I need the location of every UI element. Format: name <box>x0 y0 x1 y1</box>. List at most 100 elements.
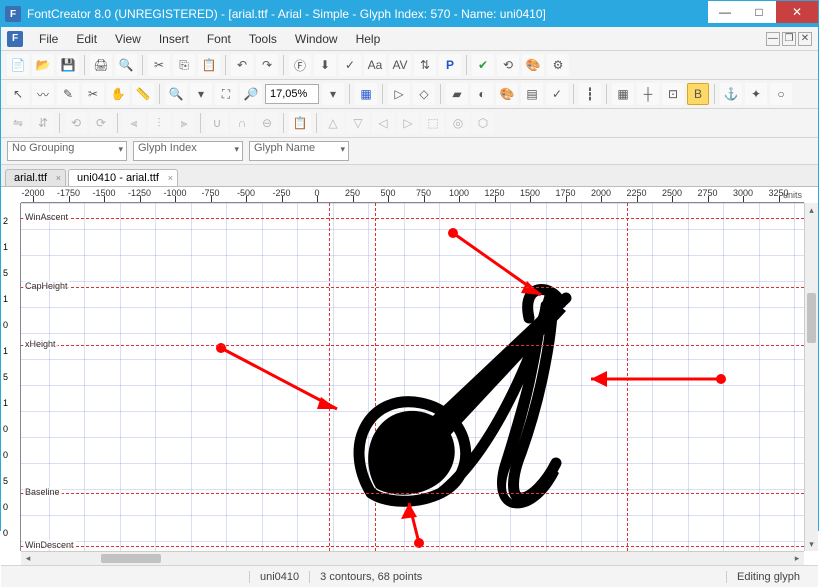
fill-button[interactable]: ▰ <box>446 83 468 105</box>
layers-button[interactable]: ▤ <box>521 83 543 105</box>
contour-tool[interactable]: ◇ <box>413 83 435 105</box>
maximize-button[interactable]: □ <box>742 1 776 23</box>
scroll-left-icon[interactable]: ◂ <box>21 552 35 565</box>
measure-tool[interactable]: 📏 <box>132 83 154 105</box>
union-button[interactable]: ∪ <box>206 112 228 134</box>
menu-help[interactable]: Help <box>348 30 389 48</box>
autoname-button[interactable]: Aa <box>364 54 386 76</box>
scroll-up-icon[interactable]: ▴ <box>805 203 818 217</box>
properties-button[interactable]: P <box>439 54 461 76</box>
align-center-button[interactable]: ⫶ <box>148 112 170 134</box>
flip-h-button[interactable]: ⇋ <box>7 112 29 134</box>
node-button[interactable]: ○ <box>770 83 792 105</box>
op7-button[interactable]: ⬡ <box>472 112 494 134</box>
palette2-button[interactable]: 🎨 <box>496 83 518 105</box>
preview-button[interactable]: 🔍 <box>115 54 137 76</box>
kerning-button[interactable]: AV <box>389 54 411 76</box>
guides-button[interactable]: ┇ <box>579 83 601 105</box>
mdi-restore-button[interactable]: ❐ <box>782 32 796 46</box>
scrollbar-vertical[interactable]: ▴ ▾ <box>804 203 818 551</box>
new-button[interactable]: 📄 <box>7 54 29 76</box>
mark-button[interactable]: ✦ <box>745 83 767 105</box>
op2-button[interactable]: ▽ <box>347 112 369 134</box>
save-button[interactable]: 💾 <box>57 54 79 76</box>
scrollbar-v-thumb[interactable] <box>807 293 816 343</box>
rotate-left-button[interactable]: ⟲ <box>65 112 87 134</box>
menu-file[interactable]: File <box>31 30 66 48</box>
copy-button[interactable]: ⎘ <box>173 54 195 76</box>
scroll-right-icon[interactable]: ▸ <box>790 552 804 565</box>
op6-button[interactable]: ◎ <box>447 112 469 134</box>
snap-grid-button[interactable]: ▦ <box>612 83 634 105</box>
zoom-fit-button[interactable]: ⛶ <box>215 83 237 105</box>
scroll-down-icon[interactable]: ▾ <box>805 537 818 551</box>
menu-tools[interactable]: Tools <box>241 30 285 48</box>
menu-insert[interactable]: Insert <box>151 30 197 48</box>
grid-button[interactable]: ▦ <box>355 83 377 105</box>
contrast-button[interactable]: ◐ <box>471 83 493 105</box>
menu-view[interactable]: View <box>107 30 149 48</box>
transform-button[interactable]: ⟲ <box>497 54 519 76</box>
glyphname-combo[interactable]: Glyph Name <box>249 141 349 161</box>
palette-button[interactable]: 🎨 <box>522 54 544 76</box>
tab-close-icon[interactable]: × <box>56 173 61 183</box>
open-button[interactable]: 📂 <box>32 54 54 76</box>
menu-edit[interactable]: Edit <box>68 30 105 48</box>
knife-tool[interactable]: ✂ <box>82 83 104 105</box>
zoom-in-button[interactable]: 🔍 <box>165 83 187 105</box>
align-left-button[interactable]: ⫷ <box>123 112 145 134</box>
script-button[interactable]: ⚙ <box>547 54 569 76</box>
op3-button[interactable]: ◁ <box>372 112 394 134</box>
install-button[interactable]: ⬇ <box>314 54 336 76</box>
tab-glyph[interactable]: uni0410 - arial.ttf × <box>68 169 178 186</box>
freehand-tool[interactable]: 〰 <box>32 83 54 105</box>
tab-close-icon[interactable]: × <box>168 173 173 183</box>
mdi-close-button[interactable]: ✕ <box>798 32 812 46</box>
check-button[interactable]: ✔ <box>472 54 494 76</box>
scrollbar-horizontal[interactable]: ◂ ▸ <box>21 551 804 565</box>
minimize-button[interactable]: — <box>708 1 742 23</box>
validate-button[interactable]: ✓ <box>339 54 361 76</box>
doc-icon: F <box>7 31 23 47</box>
canvas[interactable]: WinAscentCapHeightxHeightBaselineWinDesc… <box>21 203 804 551</box>
scrollbar-h-thumb[interactable] <box>101 554 161 563</box>
index-combo[interactable]: Glyph Index <box>133 141 243 161</box>
font-test-button[interactable]: Ⓕ <box>289 54 311 76</box>
validate2-button[interactable]: ✓ <box>546 83 568 105</box>
grouping-combo[interactable]: No Grouping <box>7 141 127 161</box>
snap-bearings-button[interactable]: B <box>687 83 709 105</box>
undo-button[interactable]: ↶ <box>231 54 253 76</box>
rotate-right-button[interactable]: ⟳ <box>90 112 112 134</box>
zoom-input[interactable] <box>265 84 319 104</box>
snap-guides-button[interactable]: ┼ <box>637 83 659 105</box>
print-button[interactable]: 🖨 <box>90 54 112 76</box>
close-button[interactable]: ✕ <box>776 1 818 23</box>
sort-button[interactable]: ⇅ <box>414 54 436 76</box>
arrow-tool[interactable]: ▷ <box>388 83 410 105</box>
tab-label: uni0410 - arial.ttf <box>77 172 159 184</box>
select-tool[interactable]: ↖ <box>7 83 29 105</box>
op1-button[interactable]: △ <box>322 112 344 134</box>
tab-font[interactable]: arial.ttf × <box>5 169 66 186</box>
paste-special-button[interactable]: 📋 <box>289 112 311 134</box>
zoom-dropdown-icon[interactable]: ▾ <box>322 83 344 105</box>
intersect-button[interactable]: ∩ <box>231 112 253 134</box>
op5-button[interactable]: ⬚ <box>422 112 444 134</box>
mdi-minimize-button[interactable]: — <box>766 32 780 46</box>
menu-font[interactable]: Font <box>199 30 239 48</box>
cut-button[interactable]: ✂ <box>148 54 170 76</box>
flip-v-button[interactable]: ⇵ <box>32 112 54 134</box>
op4-button[interactable]: ▷ <box>397 112 419 134</box>
snap-contour-button[interactable]: ⊡ <box>662 83 684 105</box>
redo-button[interactable]: ↷ <box>256 54 278 76</box>
paste-button[interactable]: 📋 <box>198 54 220 76</box>
menu-window[interactable]: Window <box>287 30 346 48</box>
filterbar: No Grouping Glyph Index Glyph Name <box>1 138 818 165</box>
anchor-button[interactable]: ⚓ <box>720 83 742 105</box>
zoom-drop-button[interactable]: ▾ <box>190 83 212 105</box>
pen-tool[interactable]: ✎ <box>57 83 79 105</box>
subtract-button[interactable]: ⊖ <box>256 112 278 134</box>
pan-tool[interactable]: ✋ <box>107 83 129 105</box>
zoom-out-tool[interactable]: 🔎 <box>240 83 262 105</box>
align-right-button[interactable]: ⫸ <box>173 112 195 134</box>
